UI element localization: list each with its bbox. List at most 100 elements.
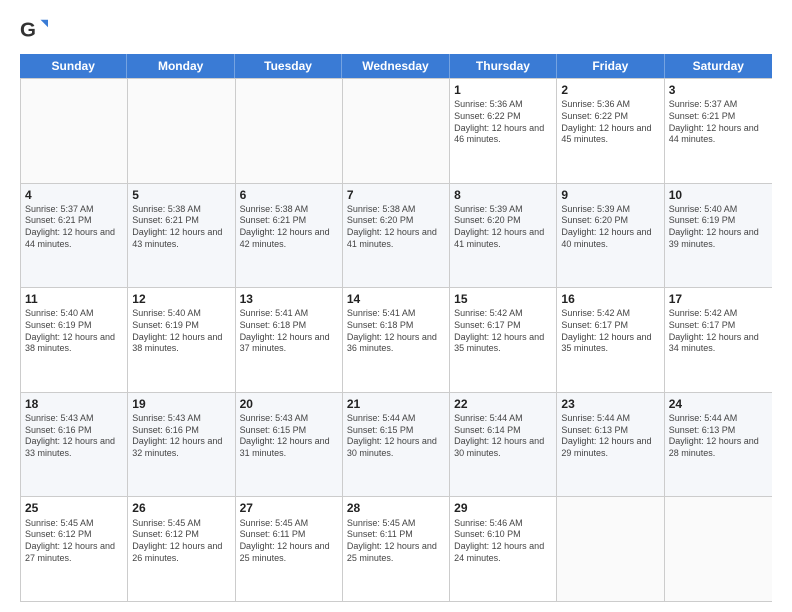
cell-info: Sunrise: 5:39 AM Sunset: 6:20 PM Dayligh… (561, 204, 659, 251)
day-number: 29 (454, 500, 552, 516)
calendar-cell: 14Sunrise: 5:41 AM Sunset: 6:18 PM Dayli… (343, 288, 450, 392)
calendar-cell (21, 79, 128, 183)
calendar-cell: 8Sunrise: 5:39 AM Sunset: 6:20 PM Daylig… (450, 184, 557, 288)
calendar-cell: 13Sunrise: 5:41 AM Sunset: 6:18 PM Dayli… (236, 288, 343, 392)
day-number: 11 (25, 291, 123, 307)
logo-icon: G (20, 16, 48, 44)
calendar-cell: 28 Sunrise: 5:45 AM Sunset: 6:11 PM Dayli… (343, 497, 450, 601)
calendar-cell: 11Sunrise: 5:40 AM Sunset: 6:19 PM Dayli… (21, 288, 128, 392)
day-number: 17 (669, 291, 768, 307)
cell-info: Sunrise: 5:38 AM Sunset: 6:20 PM Dayligh… (347, 204, 445, 251)
day-number: 20 (240, 396, 338, 412)
calendar-cell: 12Sunrise: 5:40 AM Sunset: 6:19 PM Dayli… (128, 288, 235, 392)
calendar-row-0: 1Sunrise: 5:36 AM Sunset: 6:22 PM Daylig… (21, 78, 772, 183)
cell-info: Sunrise: 5:43 AM Sunset: 6:16 PM Dayligh… (25, 413, 123, 460)
calendar-cell (236, 79, 343, 183)
day-number: 23 (561, 396, 659, 412)
cell-info: Sunrise: 5:40 AM Sunset: 6:19 PM Dayligh… (132, 308, 230, 355)
calendar-cell: 21Sunrise: 5:44 AM Sunset: 6:15 PM Dayli… (343, 393, 450, 497)
day-number: 8 (454, 187, 552, 203)
header-day-thursday: Thursday (450, 54, 557, 78)
cell-info: Sunrise: 5:45 AM Sunset: 6:11 PM Dayligh… (240, 518, 338, 565)
calendar-cell: 7Sunrise: 5:38 AM Sunset: 6:20 PM Daylig… (343, 184, 450, 288)
cell-info: Sunrise: 5:40 AM Sunset: 6:19 PM Dayligh… (669, 204, 768, 251)
calendar-row-1: 4Sunrise: 5:37 AM Sunset: 6:21 PM Daylig… (21, 183, 772, 288)
calendar-cell: 4Sunrise: 5:37 AM Sunset: 6:21 PM Daylig… (21, 184, 128, 288)
header-day-wednesday: Wednesday (342, 54, 449, 78)
cell-info: Sunrise: 5:44 AM Sunset: 6:13 PM Dayligh… (561, 413, 659, 460)
cell-info: Sunrise: 5:42 AM Sunset: 6:17 PM Dayligh… (561, 308, 659, 355)
cell-info: Sunrise: 5:45 AM Sunset: 6:12 PM Dayligh… (25, 518, 123, 565)
day-number: 9 (561, 187, 659, 203)
calendar-cell: 6Sunrise: 5:38 AM Sunset: 6:21 PM Daylig… (236, 184, 343, 288)
cell-info: Sunrise: 5:36 AM Sunset: 6:22 PM Dayligh… (454, 99, 552, 146)
calendar-cell: 25 Sunrise: 5:45 AM Sunset: 6:12 PM Dayli… (21, 497, 128, 601)
cell-info: Sunrise: 5:37 AM Sunset: 6:21 PM Dayligh… (669, 99, 768, 146)
cell-info: Sunrise: 5:43 AM Sunset: 6:15 PM Dayligh… (240, 413, 338, 460)
cell-info: Sunrise: 5:43 AM Sunset: 6:16 PM Dayligh… (132, 413, 230, 460)
calendar-cell: 15Sunrise: 5:42 AM Sunset: 6:17 PM Dayli… (450, 288, 557, 392)
cell-info: Sunrise: 5:36 AM Sunset: 6:22 PM Dayligh… (561, 99, 659, 146)
calendar-cell: 19Sunrise: 5:43 AM Sunset: 6:16 PM Dayli… (128, 393, 235, 497)
logo: G (20, 16, 52, 44)
day-number: 27 (240, 500, 338, 516)
day-number: 28 (347, 500, 445, 516)
day-number: 24 (669, 396, 768, 412)
day-number: 19 (132, 396, 230, 412)
cell-info: Sunrise: 5:37 AM Sunset: 6:21 PM Dayligh… (25, 204, 123, 251)
calendar-cell: 26Sunrise: 5:45 AM Sunset: 6:12 PM Dayli… (128, 497, 235, 601)
header-day-friday: Friday (557, 54, 664, 78)
day-number: 5 (132, 187, 230, 203)
day-number: 1 (454, 82, 552, 98)
calendar-row-4: 25 Sunrise: 5:45 AM Sunset: 6:12 PM Dayli… (21, 496, 772, 601)
calendar-cell: 18Sunrise: 5:43 AM Sunset: 6:16 PM Dayli… (21, 393, 128, 497)
calendar-cell: 9Sunrise: 5:39 AM Sunset: 6:20 PM Daylig… (557, 184, 664, 288)
day-number: 3 (669, 82, 768, 98)
day-number: 4 (25, 187, 123, 203)
calendar-cell: 17Sunrise: 5:42 AM Sunset: 6:17 PM Dayli… (665, 288, 772, 392)
calendar-cell (557, 497, 664, 601)
cell-info: Sunrise: 5:46 AM Sunset: 6:10 PM Dayligh… (454, 518, 552, 565)
day-number: 18 (25, 396, 123, 412)
header-day-sunday: Sunday (20, 54, 127, 78)
calendar-cell: 20Sunrise: 5:43 AM Sunset: 6:15 PM Dayli… (236, 393, 343, 497)
calendar-cell: 16Sunrise: 5:42 AM Sunset: 6:17 PM Dayli… (557, 288, 664, 392)
calendar-cell: 10Sunrise: 5:40 AM Sunset: 6:19 PM Dayli… (665, 184, 772, 288)
day-number: 16 (561, 291, 659, 307)
day-number: 6 (240, 187, 338, 203)
day-number: 7 (347, 187, 445, 203)
day-number: 25 (25, 500, 123, 516)
day-number: 22 (454, 396, 552, 412)
cell-info: Sunrise: 5:39 AM Sunset: 6:20 PM Dayligh… (454, 204, 552, 251)
day-number: 13 (240, 291, 338, 307)
day-number: 2 (561, 82, 659, 98)
day-number: 21 (347, 396, 445, 412)
calendar-cell: 22Sunrise: 5:44 AM Sunset: 6:14 PM Dayli… (450, 393, 557, 497)
svg-text:G: G (20, 19, 36, 42)
cell-info: Sunrise: 5:42 AM Sunset: 6:17 PM Dayligh… (669, 308, 768, 355)
cell-info: Sunrise: 5:38 AM Sunset: 6:21 PM Dayligh… (132, 204, 230, 251)
cell-info: Sunrise: 5:38 AM Sunset: 6:21 PM Dayligh… (240, 204, 338, 251)
header-day-monday: Monday (127, 54, 234, 78)
calendar-cell: 2Sunrise: 5:36 AM Sunset: 6:22 PM Daylig… (557, 79, 664, 183)
header-day-saturday: Saturday (665, 54, 772, 78)
calendar-cell: 5Sunrise: 5:38 AM Sunset: 6:21 PM Daylig… (128, 184, 235, 288)
cell-info: Sunrise: 5:40 AM Sunset: 6:19 PM Dayligh… (25, 308, 123, 355)
cell-info: Sunrise: 5:44 AM Sunset: 6:14 PM Dayligh… (454, 413, 552, 460)
day-number: 10 (669, 187, 768, 203)
page-header: G (20, 16, 772, 44)
calendar-cell (665, 497, 772, 601)
calendar-cell: 1Sunrise: 5:36 AM Sunset: 6:22 PM Daylig… (450, 79, 557, 183)
cell-info: Sunrise: 5:45 AM Sunset: 6:11 PM Dayligh… (347, 518, 445, 565)
calendar-cell: 24Sunrise: 5:44 AM Sunset: 6:13 PM Dayli… (665, 393, 772, 497)
cell-info: Sunrise: 5:41 AM Sunset: 6:18 PM Dayligh… (347, 308, 445, 355)
cell-info: Sunrise: 5:42 AM Sunset: 6:17 PM Dayligh… (454, 308, 552, 355)
calendar-row-2: 11Sunrise: 5:40 AM Sunset: 6:19 PM Dayli… (21, 287, 772, 392)
calendar-cell: 3Sunrise: 5:37 AM Sunset: 6:21 PM Daylig… (665, 79, 772, 183)
calendar: SundayMondayTuesdayWednesdayThursdayFrid… (20, 54, 772, 602)
header-day-tuesday: Tuesday (235, 54, 342, 78)
calendar-cell: 27 Sunrise: 5:45 AM Sunset: 6:11 PM Dayli… (236, 497, 343, 601)
cell-info: Sunrise: 5:44 AM Sunset: 6:15 PM Dayligh… (347, 413, 445, 460)
calendar-cell: 29 Sunrise: 5:46 AM Sunset: 6:10 PM Dayli… (450, 497, 557, 601)
calendar-cell (128, 79, 235, 183)
